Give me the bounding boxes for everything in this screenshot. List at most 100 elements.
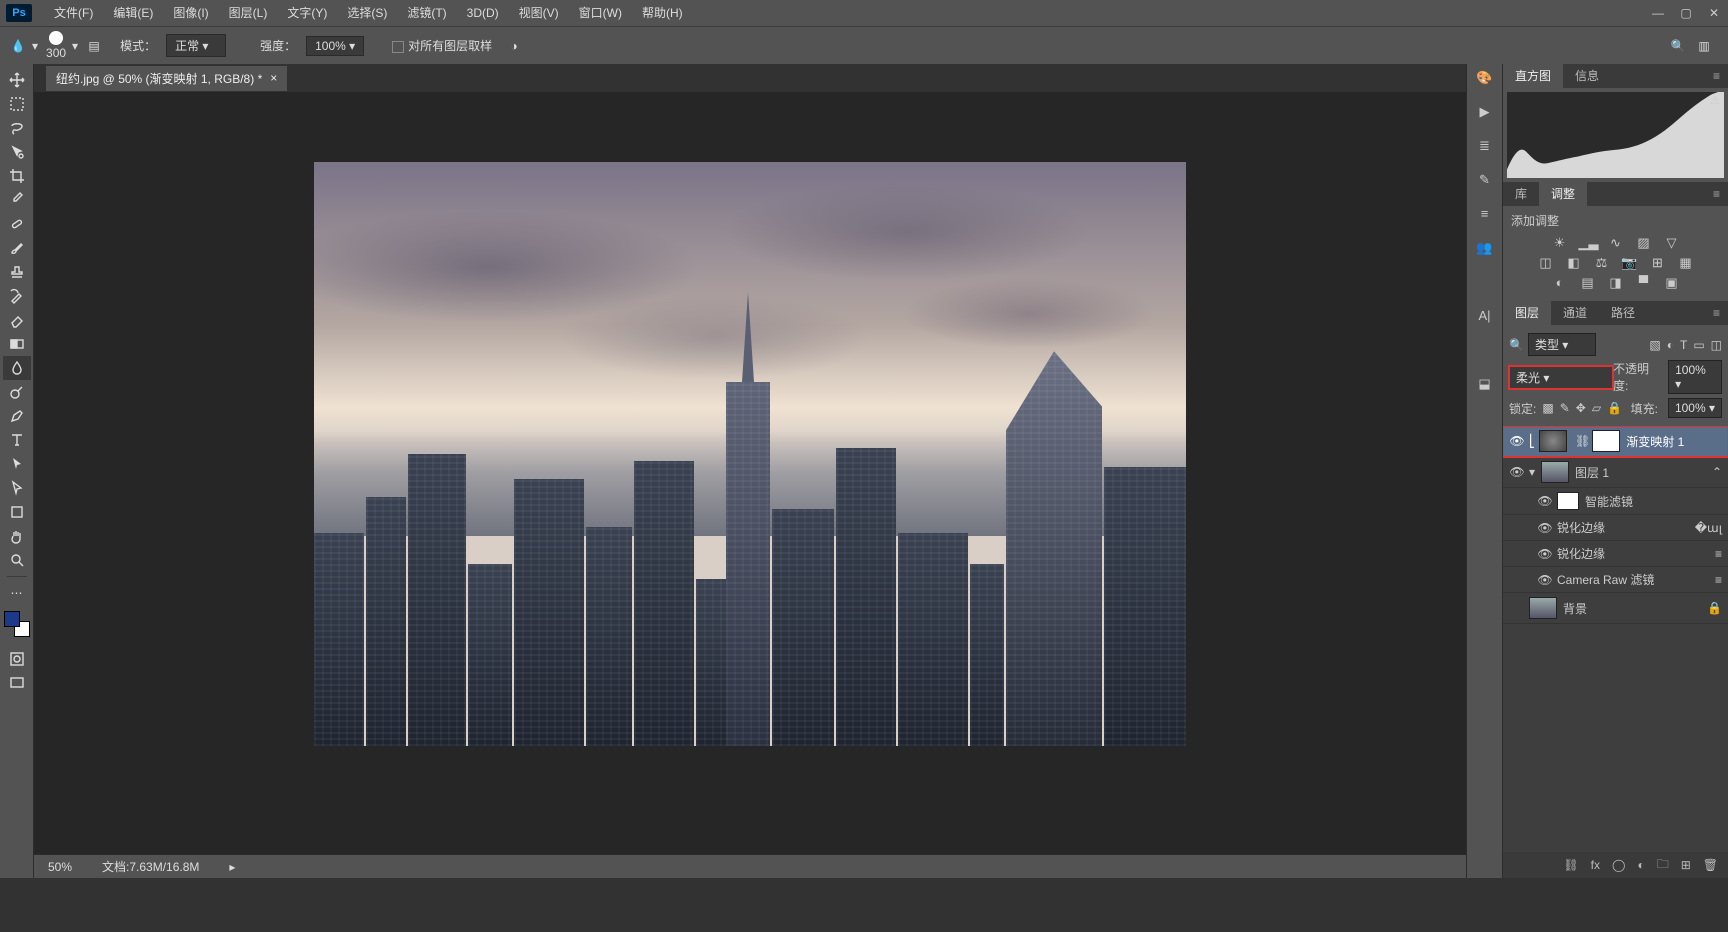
strip-settings-icon[interactable]: ≡ [1475,206,1495,222]
tool-type[interactable] [3,428,31,452]
adj-threshold-icon[interactable]: ◨ [1607,275,1625,289]
filter-blend-icon[interactable]: ≡ [1715,573,1722,587]
filter-smart-icon[interactable]: ◫ [1711,338,1722,352]
strip-play-icon[interactable]: ▶ [1475,104,1495,120]
adj-brightness-icon[interactable]: ☀ [1551,235,1569,249]
menu-help[interactable]: 帮助(H) [632,0,693,26]
layer-fx-icon[interactable]: fx [1591,858,1600,872]
tool-crop[interactable] [3,164,31,188]
layer-row-background[interactable]: 👁 背景 🔒 [1503,593,1728,624]
menu-layer[interactable]: 图层(L) [219,0,278,26]
adj-invert-icon[interactable]: ◐ [1551,275,1569,289]
adj-vibrance-icon[interactable]: ▽ [1663,235,1681,249]
tool-shape[interactable] [3,500,31,524]
tool-quick-select[interactable] [3,140,31,164]
tool-edit-toolbar[interactable]: ⋯ [3,581,31,605]
strip-color-icon[interactable]: 🎨 [1475,70,1495,86]
filter-pixel-icon[interactable]: ▧ [1649,338,1660,352]
strength-input[interactable]: 100% ▾ [306,36,364,56]
canvas-viewport[interactable] [34,92,1466,854]
document-tab[interactable]: 纽约.jpg @ 50% (渐变映射 1, RGB/8) * × [46,66,287,91]
tool-zoom[interactable] [3,548,31,572]
visibility-toggle[interactable]: 👁 [1537,521,1553,535]
lock-all-icon[interactable]: 🔒 [1607,401,1622,415]
status-docinfo[interactable]: 文档:7.63M/16.8M [102,858,199,875]
visibility-toggle[interactable]: 👁 [1537,573,1553,587]
workspace-icon[interactable]: ▥ [1696,38,1712,54]
link-icon[interactable]: ⛓ [1575,434,1590,448]
adj-photo-filter-icon[interactable]: 📷 [1621,255,1639,269]
tool-blur[interactable] [3,356,31,380]
lock-pos-icon[interactable]: ✥ [1576,401,1586,415]
menu-type[interactable]: 文字(Y) [277,0,337,26]
new-layer-icon[interactable]: ⊞ [1681,858,1691,872]
smart-filter-indicator[interactable]: ⌃ [1712,465,1722,479]
restore-button[interactable]: ▢ [1672,0,1700,26]
blend-mode-select[interactable]: 柔光 ▾ [1509,366,1613,389]
tool-path-select[interactable] [3,452,31,476]
link-layers-icon[interactable]: ⛓ [1563,858,1578,872]
tool-healing[interactable] [3,212,31,236]
menu-edit[interactable]: 编辑(E) [103,0,163,26]
layer-row-sharpen1[interactable]: 👁 锐化边缘 �ալ [1503,515,1728,541]
tool-dodge[interactable] [3,380,31,404]
adj-levels-icon[interactable]: ▁▃ [1579,235,1597,249]
histogram-warning-icon[interactable]: ⚠ [1710,94,1720,107]
tool-history-brush[interactable] [3,284,31,308]
adj-lut-icon[interactable]: ▦ [1677,255,1695,269]
sample-all-check[interactable]: 对所有图层取样 [392,37,492,54]
menu-filter[interactable]: 滤镜(T) [397,0,456,26]
strip-brush-icon[interactable]: ✎ [1475,172,1495,188]
menu-file[interactable]: 文件(F) [44,0,103,26]
filter-type-icon[interactable]: T [1680,338,1687,352]
foreground-background-colors[interactable] [4,611,30,637]
tab-info[interactable]: 信息 [1563,64,1611,88]
tool-hand[interactable] [3,524,31,548]
brush-panel-icon[interactable]: ▤ [86,38,102,54]
pressure-icon[interactable]: ◑ [506,38,522,54]
lock-paint-icon[interactable]: ✎ [1560,401,1570,415]
visibility-toggle[interactable]: 👁 [1537,494,1553,508]
adj-gradient-map-icon[interactable]: ▀ [1635,275,1653,289]
tool-gradient[interactable] [3,332,31,356]
visibility-toggle[interactable]: 👁 [1509,465,1525,479]
minimize-button[interactable]: — [1644,0,1672,26]
filter-adj-icon[interactable]: ◐ [1667,338,1674,352]
layer-row-sharpen2[interactable]: 👁 锐化边缘 ≡ [1503,541,1728,567]
tool-eraser[interactable] [3,308,31,332]
menu-select[interactable]: 选择(S) [337,0,397,26]
menu-image[interactable]: 图像(I) [163,0,218,26]
tool-move[interactable] [3,68,31,92]
lock-artboard-icon[interactable]: ▱ [1592,401,1601,415]
layer-row-layer1[interactable]: 👁 ▾ 图层 1 ⌃ [1503,457,1728,488]
filter-icon[interactable]: 🔍 [1509,338,1524,352]
strip-history-icon[interactable]: ≣ [1475,138,1495,154]
tool-lasso[interactable] [3,116,31,140]
canvas[interactable] [314,162,1186,746]
tool-stamp[interactable] [3,260,31,284]
menu-3d[interactable]: 3D(D) [457,0,509,26]
layer-filter-type[interactable]: 类型 ▾ [1528,333,1596,356]
quick-mask-toggle[interactable] [3,647,31,671]
layer-row-camera-raw[interactable]: 👁 Camera Raw 滤镜 ≡ [1503,567,1728,593]
status-arrow-icon[interactable]: ▸ [229,860,235,874]
new-group-icon[interactable]: 🗀 [1657,855,1669,876]
brush-preset[interactable]: 300 [44,31,68,60]
status-zoom[interactable]: 50% [48,860,72,874]
visibility-toggle[interactable]: 👁 [1509,434,1525,448]
screen-mode-toggle[interactable] [3,671,31,695]
adj-exposure-icon[interactable]: ▨ [1635,235,1653,249]
adj-balance-icon[interactable]: ⚖ [1593,255,1611,269]
tab-histogram[interactable]: 直方图 [1503,64,1563,88]
tool-pen[interactable] [3,404,31,428]
search-icon[interactable]: 🔍 [1670,38,1686,54]
close-tab-icon[interactable]: × [270,71,277,85]
mode-select[interactable]: 正常 ▾ [166,34,226,57]
tool-eyedropper[interactable] [3,188,31,212]
tab-channels[interactable]: 通道 [1551,301,1599,325]
lock-trans-icon[interactable]: ▩ [1542,401,1553,415]
tab-layers[interactable]: 图层 [1503,301,1551,325]
tab-paths[interactable]: 路径 [1599,301,1647,325]
visibility-toggle[interactable]: 👁 [1537,547,1553,561]
filter-shape-icon[interactable]: ▭ [1693,338,1704,352]
